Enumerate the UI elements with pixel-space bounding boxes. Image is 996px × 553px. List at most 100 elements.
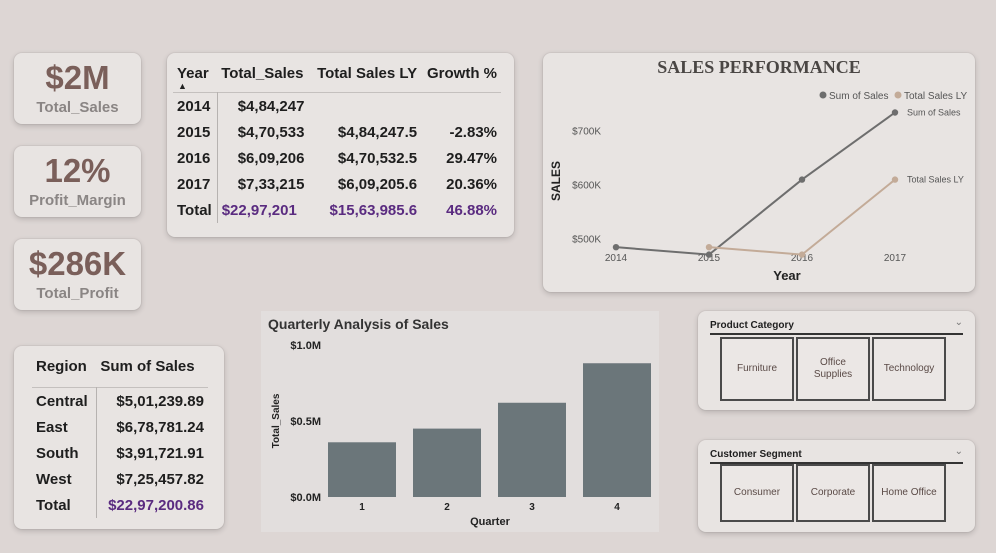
table-cell: Total	[32, 492, 97, 518]
column-header-region[interactable]: Region	[32, 352, 96, 388]
table-cell: Total	[173, 197, 218, 223]
bar-quarter-3[interactable]	[498, 402, 566, 497]
table-cell: 20.36%	[446, 175, 497, 193]
slicer-title: Customer Segment	[710, 449, 802, 460]
table-cell: $4,84,247	[237, 97, 305, 115]
column-header-total-sales[interactable]: Total_Sales	[217, 59, 310, 93]
data-point[interactable]	[891, 176, 899, 183]
table-cell	[421, 93, 501, 120]
table-cell: $7,25,457.82	[116, 470, 204, 488]
yearly-sales-table-card: Year Total_Sales Total Sales LY Growth %…	[167, 53, 514, 237]
bar-quarter-2[interactable]	[413, 428, 481, 497]
table-cell: $3,91,721.91	[116, 444, 204, 462]
table-cell: -2.83%	[449, 123, 497, 141]
slicer-option-furniture[interactable]: Furniture	[720, 337, 794, 401]
legend-swatch-total-sales-ly	[894, 91, 902, 99]
table-row: 2015 $4,70,533 $4,84,247.5 -2.83%	[173, 119, 501, 145]
table-cell: $6,09,205.6	[337, 175, 418, 193]
chevron-down-icon[interactable]: ⌄	[955, 317, 963, 328]
slicer-option-corporate[interactable]: Corporate	[796, 464, 870, 522]
y-tick-label: $700K	[572, 126, 601, 137]
series-end-label-total-sales-ly: Total Sales LY	[907, 175, 964, 185]
table-cell: $22,97,201	[221, 201, 297, 219]
customer-segment-slicer: Customer Segment ⌄ Consumer Corporate Ho…	[698, 440, 975, 532]
slicer-title: Product Category	[710, 320, 794, 331]
yearly-sales-table: Year Total_Sales Total Sales LY Growth %…	[173, 59, 501, 223]
table-cell: 46.88%	[446, 201, 497, 219]
y-tick-label: $600K	[572, 181, 601, 192]
bar-quarter-4[interactable]	[583, 363, 651, 497]
column-header-total-sales-ly[interactable]: Total Sales LY	[311, 59, 422, 93]
table-cell: $15,63,985.6	[329, 201, 418, 219]
table-cell: $4,84,247.5	[337, 123, 418, 141]
table-cell: $4,70,533	[237, 123, 305, 141]
data-point[interactable]	[612, 243, 620, 251]
x-tick-label: 3	[529, 502, 535, 513]
y-tick-label: $0.5M	[290, 416, 321, 428]
slicer-options: Consumer Corporate Home Office	[720, 464, 946, 522]
table-cell: East	[32, 414, 97, 440]
slicer-options: Furniture Office Supplies Technology	[720, 337, 946, 401]
table-cell: $4,70,532.5	[337, 149, 418, 167]
table-row: 2017 $7,33,215 $6,09,205.6 20.36%	[173, 171, 501, 197]
table-cell: $6,78,781.24	[116, 418, 204, 436]
slicer-option-home-office[interactable]: Home Office	[872, 464, 946, 522]
y-tick-label: $1.0M	[290, 340, 321, 352]
table-row: East $6,78,781.24	[32, 414, 208, 440]
legend-label-sum-of-sales: Sum of Sales	[829, 91, 888, 102]
legend-swatch-sum-of-sales	[819, 91, 827, 99]
region-sales-table: Region Sum of Sales Central $5,01,239.89…	[32, 352, 208, 518]
kpi-total-profit-label: Total_Profit	[36, 285, 119, 302]
table-cell: 2017	[173, 171, 218, 197]
region-sales-table-card: Region Sum of Sales Central $5,01,239.89…	[14, 346, 224, 529]
slicer-option-consumer[interactable]: Consumer	[720, 464, 794, 522]
slicer-divider	[710, 333, 963, 335]
y-tick-label: $0.0M	[290, 492, 321, 504]
legend-label-total-sales-ly: Total Sales LY	[904, 91, 968, 102]
sales-performance-chart-card: SALES PERFORMANCE Sum of Sales Total Sal…	[543, 53, 975, 292]
table-cell: West	[32, 466, 97, 492]
table-header-row: Region Sum of Sales	[32, 352, 208, 388]
kpi-profit-margin-value: 12%	[44, 152, 111, 189]
table-cell: $6,09,206	[237, 149, 305, 167]
line-series-sum-of-sales[interactable]	[615, 111, 896, 256]
kpi-total-sales-value: $2M	[45, 59, 110, 96]
data-point[interactable]	[891, 109, 899, 116]
data-point[interactable]	[798, 176, 806, 183]
line-series-total-sales-ly[interactable]	[708, 178, 896, 256]
x-tick-label: 2	[444, 502, 450, 513]
kpi-profit-margin-label: Profit_Margin	[29, 192, 126, 209]
table-cell: Central	[32, 387, 97, 414]
kpi-total-profit-card: $286K Total_Profit	[14, 239, 141, 310]
y-axis-title: Total_Sales	[271, 393, 282, 448]
table-total-row: Total $22,97,201 $15,63,985.6 46.88%	[173, 197, 501, 223]
quarterly-sales-chart: Quarterly Analysis of Sales Total_Sales …	[268, 316, 651, 528]
sort-ascending-icon[interactable]: ▲	[178, 81, 187, 91]
data-point[interactable]	[705, 243, 713, 251]
table-cell: 2016	[173, 145, 218, 171]
x-tick-label: 2014	[605, 253, 628, 264]
chevron-down-icon[interactable]: ⌄	[955, 446, 963, 457]
x-axis-title: Year	[773, 268, 800, 283]
chart-title: SALES PERFORMANCE	[657, 57, 861, 77]
x-tick-label: 1	[359, 502, 365, 513]
bar-quarter-1[interactable]	[328, 442, 396, 497]
table-cell: $5,01,239.89	[116, 392, 204, 410]
column-header-growth[interactable]: Growth %	[421, 59, 501, 93]
table-cell: 29.47%	[446, 149, 497, 167]
table-row: West $7,25,457.82	[32, 466, 208, 492]
y-axis-title: SALES	[549, 161, 563, 201]
data-point[interactable]	[798, 251, 806, 258]
data-point[interactable]	[705, 251, 713, 258]
table-cell	[311, 93, 422, 120]
y-tick-label: $500K	[572, 235, 601, 246]
series-end-label-sum-of-sales: Sum of Sales	[907, 107, 961, 117]
chart-legend[interactable]: Sum of Sales Total Sales LY	[819, 91, 968, 102]
table-row: South $3,91,721.91	[32, 440, 208, 466]
table-cell: $22,97,200.86	[108, 496, 204, 514]
slicer-option-office-supplies[interactable]: Office Supplies	[796, 337, 870, 401]
table-cell: South	[32, 440, 97, 466]
column-header-sum-of-sales[interactable]: Sum of Sales	[96, 352, 208, 388]
x-axis-title: Quarter	[470, 516, 510, 528]
slicer-option-technology[interactable]: Technology	[872, 337, 946, 401]
